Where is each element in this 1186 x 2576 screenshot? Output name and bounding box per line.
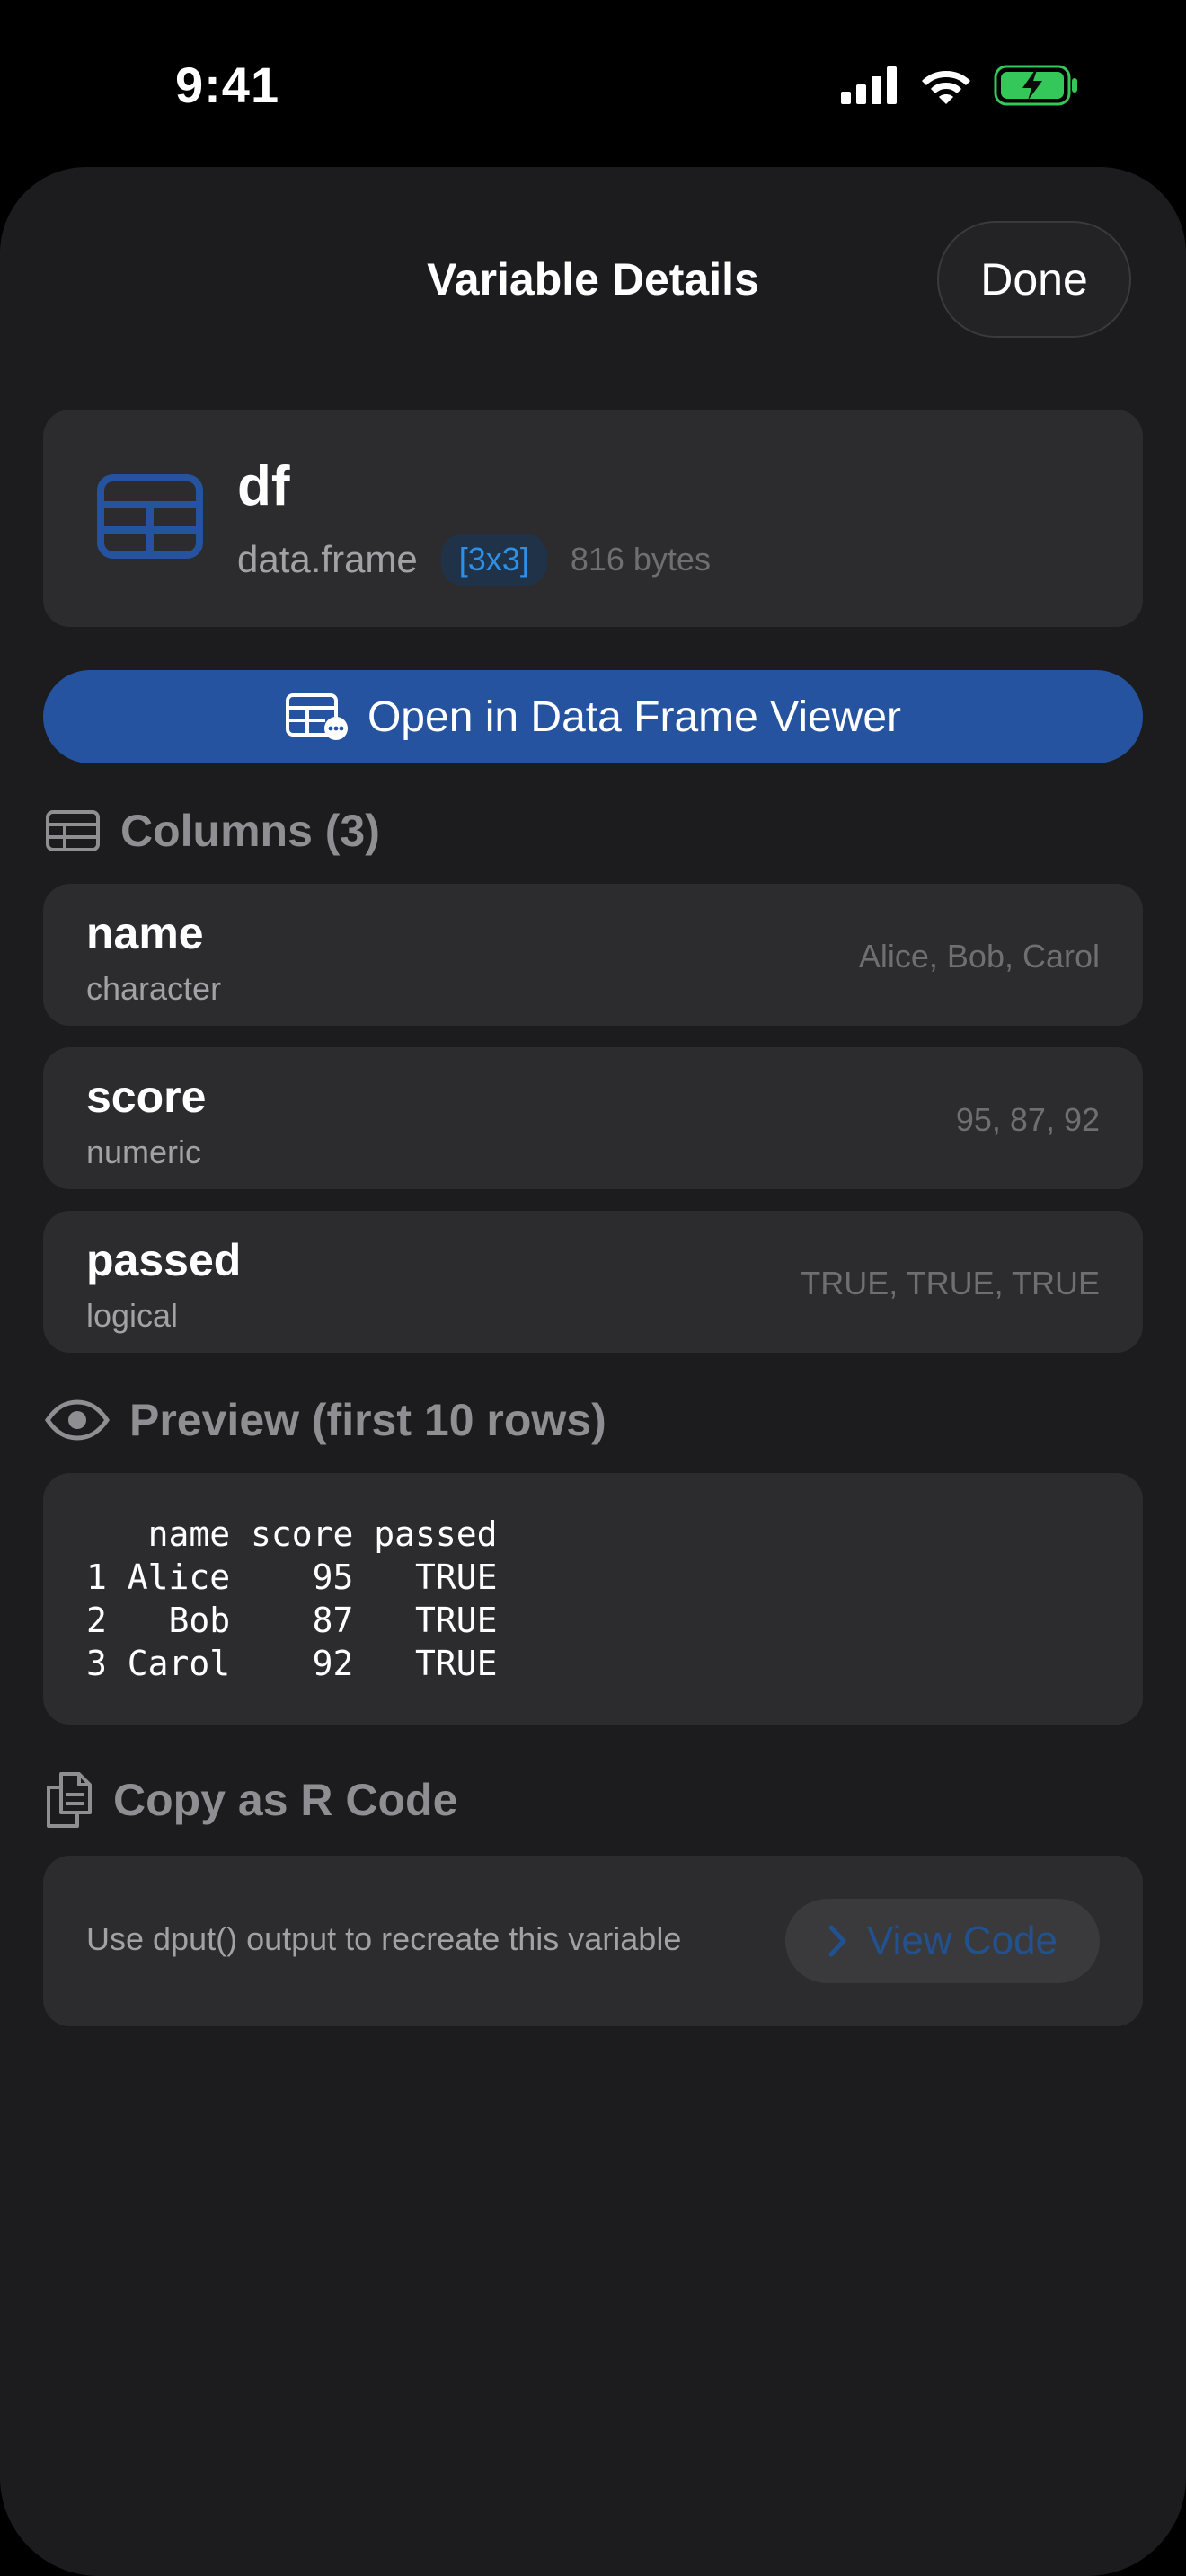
column-preview: 95, 87, 92 xyxy=(955,1101,1100,1138)
column-preview: Alice, Bob, Carol xyxy=(858,938,1100,975)
done-button[interactable]: Done xyxy=(937,221,1131,338)
copy-section-header: Copy as R Code xyxy=(45,1771,457,1829)
variable-type: data.frame xyxy=(237,538,418,580)
column-type: character xyxy=(86,970,222,1007)
variable-meta: data.frame [3x3] 816 bytes xyxy=(237,534,711,586)
preview-card: name score passed 1 Alice 95 TRUE 2 Bob … xyxy=(43,1473,1143,1725)
column-name: score xyxy=(86,1072,207,1122)
data-preview-text: name score passed 1 Alice 95 TRUE 2 Bob … xyxy=(86,1514,498,1683)
cellular-signal-icon xyxy=(841,66,897,104)
view-code-button[interactable]: View Code xyxy=(785,1899,1100,1983)
variable-size: 816 bytes xyxy=(570,541,711,578)
column-name: passed xyxy=(86,1235,242,1285)
eye-icon xyxy=(45,1399,110,1441)
column-type: logical xyxy=(86,1297,179,1334)
table-icon xyxy=(97,474,203,559)
table-viewer-icon xyxy=(285,693,348,740)
copy-section-title: Copy as R Code xyxy=(113,1775,458,1825)
chevron-right-icon xyxy=(828,1925,846,1957)
status-bar: 9:41 xyxy=(0,0,1186,162)
wifi-icon xyxy=(922,71,970,104)
column-row[interactable]: score numeric 95, 87, 92 xyxy=(43,1047,1143,1189)
copy-description: Use dput() output to recreate this varia… xyxy=(86,1920,682,1957)
variable-summary-card: df data.frame [3x3] 816 bytes xyxy=(43,410,1143,627)
preview-section-title: Preview (first 10 rows) xyxy=(129,1395,606,1445)
grid-icon xyxy=(46,810,100,851)
status-time: 9:41 xyxy=(175,57,280,113)
columns-section-header: Columns (3) xyxy=(45,805,380,857)
view-code-label: View Code xyxy=(867,1919,1058,1963)
column-type: numeric xyxy=(86,1134,202,1170)
column-row[interactable]: passed logical TRUE, TRUE, TRUE xyxy=(43,1211,1143,1353)
open-viewer-label: Open in Data Frame Viewer xyxy=(367,693,902,741)
status-icons xyxy=(841,65,1078,106)
open-data-frame-viewer-button[interactable]: Open in Data Frame Viewer xyxy=(43,670,1143,763)
column-name: name xyxy=(86,908,204,958)
columns-section-title: Columns (3) xyxy=(120,806,380,856)
variable-name: df xyxy=(237,455,290,517)
preview-section-header: Preview (first 10 rows) xyxy=(45,1394,606,1446)
variable-dims-badge: [3x3] xyxy=(440,534,547,586)
copy-icon xyxy=(47,1772,92,1828)
copy-card: Use dput() output to recreate this varia… xyxy=(43,1856,1143,2026)
battery-charging-icon xyxy=(994,65,1077,106)
column-row[interactable]: name character Alice, Bob, Carol xyxy=(43,884,1143,1026)
column-preview: TRUE, TRUE, TRUE xyxy=(801,1265,1100,1301)
